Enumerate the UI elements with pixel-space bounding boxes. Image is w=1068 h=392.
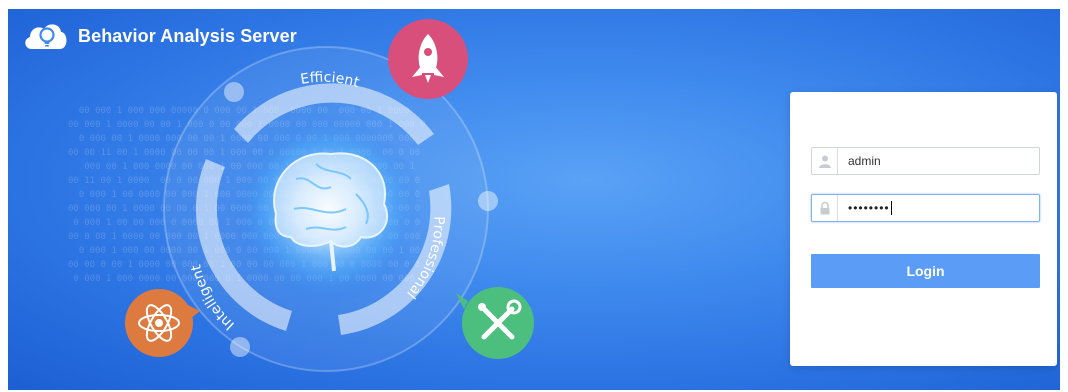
ring-dot-bottom-left xyxy=(230,337,250,357)
login-button[interactable]: Login xyxy=(811,254,1040,288)
username-input[interactable] xyxy=(838,150,1039,172)
ring-dot-right xyxy=(478,191,498,211)
username-field[interactable] xyxy=(811,147,1040,175)
lock-icon xyxy=(812,195,838,221)
ring-dot-top-left xyxy=(224,82,244,102)
tools-badge xyxy=(456,287,534,359)
text-caret xyxy=(890,201,892,215)
atom-badge xyxy=(125,289,200,357)
user-icon xyxy=(812,148,838,174)
brain-icon xyxy=(233,114,423,304)
hero-illustration: Efficient Professional Intelligent xyxy=(125,19,534,372)
password-field[interactable]: •••••••• xyxy=(811,194,1040,222)
rocket-badge xyxy=(388,19,468,99)
lightbulb-cloud-icon xyxy=(25,24,67,49)
login-banner: 00 000 1 000 000 00000 0 000 00 1 000 00… xyxy=(8,9,1060,390)
password-input[interactable]: •••••••• xyxy=(848,201,890,215)
login-panel: •••••••• Login xyxy=(790,92,1057,366)
